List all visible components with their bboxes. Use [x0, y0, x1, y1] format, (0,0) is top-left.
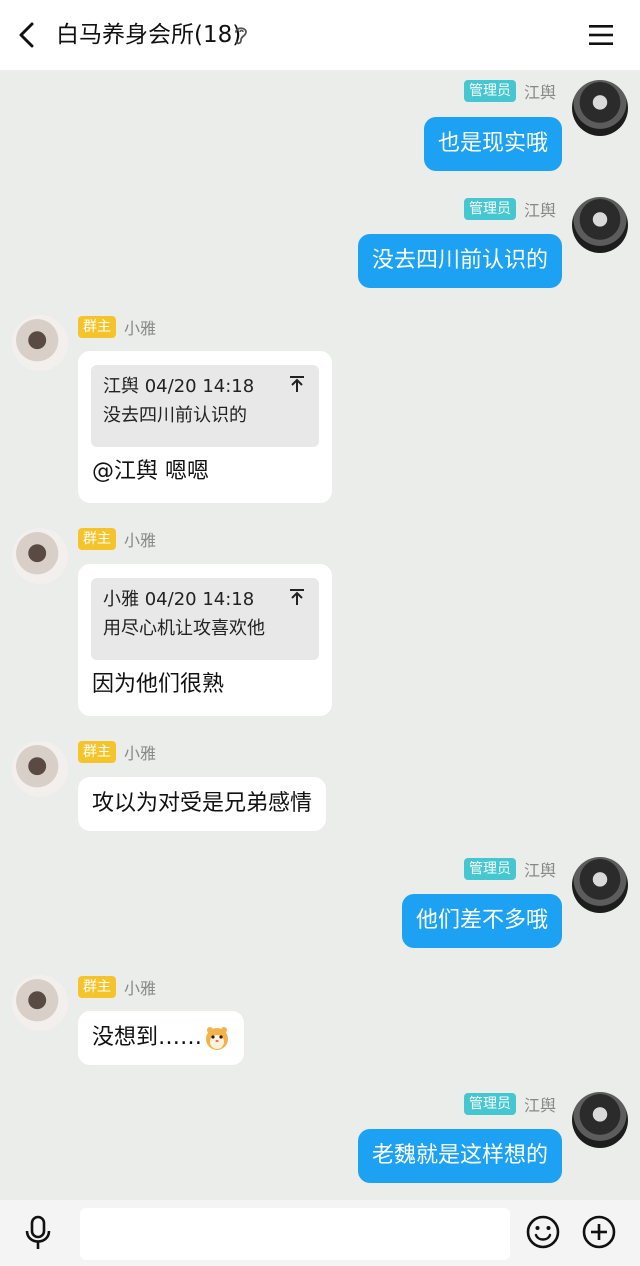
- message-bubble[interactable]: 也是现实哦: [423, 117, 562, 171]
- message-bubble[interactable]: 他们差不多哦: [401, 894, 562, 948]
- message-list[interactable]: 管理员 江舆 也是现实哦 管理员 江舆 没去四川前认识的 群主 小雅 江舆 04…: [0, 70, 640, 1200]
- avatar[interactable]: [12, 528, 68, 584]
- owner-badge: 群主: [78, 316, 116, 338]
- owner-badge: 群主: [78, 741, 116, 763]
- sender-line: 群主 小雅: [78, 316, 156, 338]
- avatar[interactable]: [572, 197, 628, 253]
- microphone-icon[interactable]: [22, 1215, 54, 1251]
- hamster-emoji-icon: [206, 1027, 229, 1050]
- admin-badge: 管理员: [463, 1093, 516, 1115]
- sender-line: 管理员 江舆: [463, 1093, 556, 1115]
- sender-name: 小雅: [124, 744, 157, 763]
- quote-header: 江舆 04/20 14:18: [103, 376, 255, 397]
- jump-to-quote-icon[interactable]: [289, 375, 305, 393]
- sender-name: 江舆: [523, 201, 556, 220]
- plus-icon[interactable]: [581, 1214, 617, 1250]
- back-arrow-icon[interactable]: [14, 20, 42, 50]
- message-bubble[interactable]: 老魏就是这样想的: [357, 1129, 562, 1183]
- message-input[interactable]: [80, 1208, 510, 1260]
- sender-name: 江舆: [523, 1096, 556, 1115]
- admin-badge: 管理员: [463, 198, 516, 220]
- avatar[interactable]: [572, 857, 628, 913]
- message-bubble[interactable]: 没想到……: [78, 1011, 245, 1065]
- sender-line: 管理员 江舆: [463, 80, 556, 102]
- avatar[interactable]: [572, 1092, 628, 1148]
- quoted-message[interactable]: 江舆 04/20 14:18 没去四川前认识的: [91, 365, 319, 447]
- sender-name: 小雅: [124, 319, 157, 338]
- sender-name: 江舆: [523, 83, 556, 102]
- sender-line: 群主 小雅: [78, 528, 156, 550]
- message-bubble[interactable]: 小雅 04/20 14:18 用尽心机让攻喜欢他 因为他们很熟: [78, 564, 332, 716]
- admin-badge: 管理员: [463, 80, 516, 102]
- message-bubble[interactable]: 攻以为对受是兄弟感情: [78, 777, 327, 831]
- avatar[interactable]: [12, 975, 68, 1031]
- jump-to-quote-icon[interactable]: [289, 588, 305, 606]
- emoji-icon[interactable]: [525, 1214, 561, 1250]
- chat-header: 白马养身会所(18): [0, 0, 640, 70]
- owner-badge: 群主: [78, 528, 116, 550]
- avatar[interactable]: [12, 741, 68, 797]
- sender-line: 群主 小雅: [78, 741, 156, 763]
- sender-line: 管理员 江舆: [463, 858, 556, 880]
- avatar[interactable]: [12, 315, 68, 371]
- message-text: 没想到……: [92, 1025, 203, 1050]
- sender-line: 管理员 江舆: [463, 198, 556, 220]
- sender-line: 群主 小雅: [78, 976, 156, 998]
- sender-name: 江舆: [523, 861, 556, 880]
- admin-badge: 管理员: [463, 858, 516, 880]
- quote-text: 没去四川前认识的: [103, 405, 247, 426]
- owner-badge: 群主: [78, 976, 116, 998]
- menu-icon[interactable]: [586, 21, 616, 49]
- group-title: 白马养身会所(18): [56, 22, 242, 48]
- avatar[interactable]: [572, 80, 628, 136]
- input-bar: [0, 1200, 640, 1266]
- message-text: @江舆 嗯嗯: [92, 459, 209, 484]
- quoted-message[interactable]: 小雅 04/20 14:18 用尽心机让攻喜欢他: [91, 578, 319, 660]
- message-bubble[interactable]: 江舆 04/20 14:18 没去四川前认识的 @江舆 嗯嗯: [78, 351, 332, 503]
- ear-icon: [235, 27, 247, 45]
- sender-name: 小雅: [124, 531, 157, 550]
- message-bubble[interactable]: 没去四川前认识的: [357, 234, 562, 288]
- message-text: 因为他们很熟: [92, 672, 225, 697]
- quote-text: 用尽心机让攻喜欢他: [103, 618, 265, 639]
- sender-name: 小雅: [124, 979, 157, 998]
- quote-header: 小雅 04/20 14:18: [103, 589, 255, 610]
